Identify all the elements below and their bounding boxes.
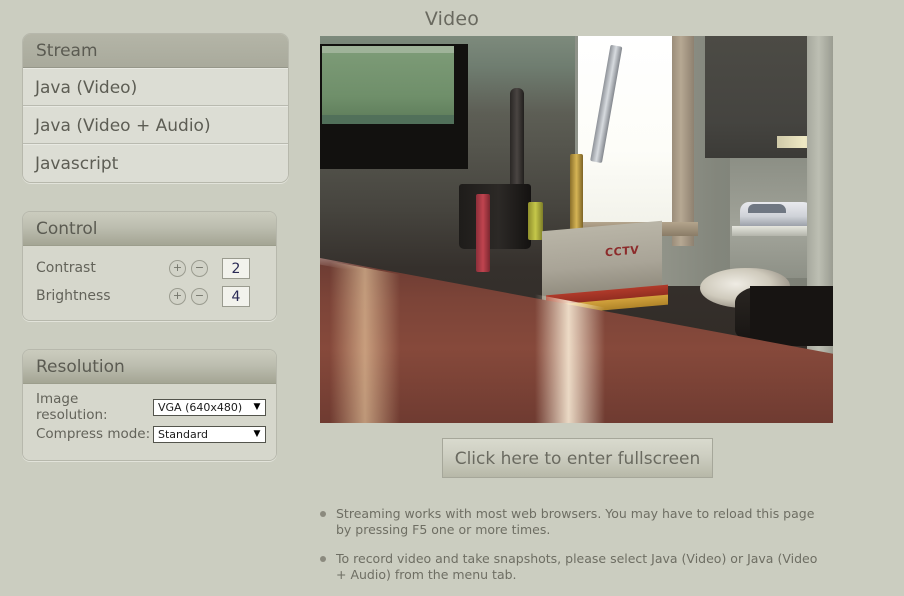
resolution-row-image: Image resolution: VGA (640x480) ▼	[23, 391, 276, 423]
scene-monitor-titlebar	[322, 46, 454, 53]
control-panel-body: Contrast + − 2 Brightness + − 4	[23, 246, 276, 320]
image-resolution-value: VGA (640x480)	[158, 400, 243, 414]
chevron-down-icon: ▼	[253, 401, 261, 412]
scene-window-frame	[672, 36, 694, 246]
scene-monitor-screen	[322, 46, 454, 124]
contrast-value-field[interactable]: 2	[222, 257, 250, 279]
bullet-icon	[320, 551, 336, 583]
brightness-decrease-icon[interactable]: −	[191, 287, 208, 305]
image-resolution-label: Image resolution:	[36, 391, 108, 423]
resolution-panel-header: Resolution	[23, 350, 276, 384]
scene-monitor-taskbar	[322, 115, 454, 124]
control-row-brightness: Brightness + − 4	[23, 283, 276, 309]
stream-item-java-video[interactable]: Java (Video)	[23, 68, 288, 106]
bullet-icon	[320, 506, 336, 538]
scene-pen-cup	[459, 184, 531, 249]
page-title: Video	[424, 8, 480, 30]
left-column: Stream Java (Video) Java (Video + Audio)…	[22, 33, 322, 461]
contrast-label: Contrast	[36, 260, 96, 276]
stream-item-java-video-audio[interactable]: Java (Video + Audio)	[23, 106, 288, 144]
stream-item-javascript[interactable]: Javascript	[23, 144, 288, 182]
brightness-increase-icon[interactable]: +	[169, 287, 186, 305]
compress-mode-value: Standard	[158, 427, 209, 441]
note-item: To record video and take snapshots, plea…	[320, 551, 830, 583]
resolution-panel-body: Image resolution: VGA (640x480) ▼ Compre…	[23, 384, 276, 460]
video-frame: CCTV	[320, 36, 833, 423]
video-stream[interactable]: CCTV	[320, 36, 833, 423]
control-panel: Control Contrast + − 2 Brightness + − 4	[22, 211, 277, 321]
control-row-contrast: Contrast + − 2	[23, 255, 276, 281]
notes-list: Streaming works with most web browsers. …	[320, 506, 830, 596]
note-text: Streaming works with most web browsers. …	[336, 506, 815, 537]
stream-panel: Stream Java (Video) Java (Video + Audio)…	[22, 33, 289, 183]
brightness-value-field[interactable]: 4	[222, 285, 250, 307]
scene-pen-dark	[510, 88, 524, 198]
resolution-row-compress: Compress mode: Standard ▼	[23, 422, 276, 446]
enter-fullscreen-button[interactable]: Click here to enter fullscreen	[442, 438, 713, 478]
resolution-panel: Resolution Image resolution: VGA (640x48…	[22, 349, 277, 461]
image-resolution-select[interactable]: VGA (640x480) ▼	[153, 398, 266, 416]
brightness-label: Brightness	[36, 288, 111, 304]
scene-toy-car-window	[748, 204, 786, 213]
compress-mode-label: Compress mode:	[36, 426, 151, 442]
scene-dark-corner	[750, 286, 833, 346]
note-text: To record video and take snapshots, plea…	[336, 551, 818, 582]
compress-mode-select[interactable]: Standard ▼	[153, 425, 266, 443]
scene-pen-gold	[570, 154, 583, 236]
note-item: Streaming works with most web browsers. …	[320, 506, 830, 538]
control-panel-header: Control	[23, 212, 276, 246]
scene-pen-yellow	[528, 202, 543, 240]
contrast-decrease-icon[interactable]: −	[191, 259, 208, 277]
scene-pen-red	[476, 194, 490, 272]
contrast-increase-icon[interactable]: +	[169, 259, 186, 277]
scene-desk-highlight-left	[330, 261, 400, 423]
stream-panel-header: Stream	[23, 34, 288, 68]
chevron-down-icon: ▼	[253, 428, 261, 439]
